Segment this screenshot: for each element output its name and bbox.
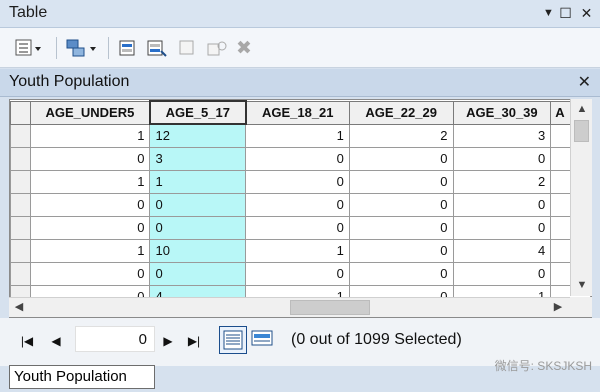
table-cell[interactable]: 0 bbox=[452, 146, 552, 171]
vertical-scroll-thumb[interactable] bbox=[574, 120, 589, 142]
close-icon[interactable]: ✕ bbox=[578, 5, 595, 22]
delete-selected-icon[interactable]: ✖ bbox=[236, 39, 256, 59]
column-header-age-22-29[interactable]: AGE_22_29 bbox=[348, 100, 454, 125]
row-selector[interactable] bbox=[10, 123, 31, 148]
table-cell[interactable]: 0 bbox=[29, 261, 151, 286]
table-cell[interactable]: 0 bbox=[245, 169, 350, 194]
toolbar-separator bbox=[108, 37, 109, 59]
last-record-icon[interactable]: ▶| bbox=[186, 331, 202, 351]
column-header-age-18-21[interactable]: AGE_18_21 bbox=[245, 100, 350, 125]
table-cell[interactable]: 10 bbox=[149, 238, 247, 263]
table-row[interactable]: 11002 bbox=[10, 169, 591, 194]
table-cell[interactable]: 0 bbox=[29, 146, 151, 171]
switch-selection-icon[interactable] bbox=[147, 39, 167, 59]
vertical-scrollbar[interactable]: ▲ ▼ bbox=[570, 99, 592, 296]
row-selector[interactable] bbox=[10, 146, 31, 171]
table-cell[interactable]: 1 bbox=[149, 169, 247, 194]
table-cell[interactable]: 2 bbox=[348, 123, 454, 148]
scroll-down-icon[interactable]: ▼ bbox=[574, 277, 590, 293]
current-record-field[interactable]: 0 bbox=[75, 326, 155, 352]
header-row: AGE_UNDER5 AGE_5_17 AGE_18_21 AGE_22_29 … bbox=[10, 100, 591, 125]
next-record-icon[interactable]: ▶ bbox=[160, 331, 176, 351]
row-selector[interactable] bbox=[10, 169, 31, 194]
show-selected-records-icon[interactable] bbox=[251, 330, 273, 348]
related-tables-icon[interactable] bbox=[66, 39, 96, 59]
table-cell[interactable]: 0 bbox=[348, 146, 454, 171]
attribute-table: AGE_UNDER5 AGE_5_17 AGE_18_21 AGE_22_29 … bbox=[10, 100, 591, 309]
window-titlebar: Table ▼ ☐ ✕ bbox=[0, 0, 600, 28]
row-selector[interactable] bbox=[10, 261, 31, 286]
row-selector[interactable] bbox=[10, 192, 31, 217]
table-cell[interactable]: 0 bbox=[348, 215, 454, 240]
table-cell[interactable]: 0 bbox=[452, 261, 552, 286]
table-row[interactable]: 03000 bbox=[10, 146, 591, 171]
selection-count-label: (0 out of 1099 Selected) bbox=[291, 331, 462, 348]
scrollbar-corner bbox=[570, 297, 592, 317]
table-cell[interactable]: 0 bbox=[245, 261, 350, 286]
horizontal-scroll-thumb[interactable] bbox=[290, 300, 370, 315]
table-row[interactable]: 1 12 1 2 3 bbox=[10, 123, 591, 148]
table-cell[interactable]: 0 bbox=[348, 192, 454, 217]
table-cell[interactable]: 0 bbox=[149, 192, 247, 217]
table-options-icon[interactable] bbox=[15, 39, 41, 59]
table-cell[interactable]: 3 bbox=[452, 123, 552, 148]
first-record-icon[interactable]: |◀ bbox=[19, 331, 35, 351]
table-window: Table ▼ ☐ ✕ ✖ Youth Population ✕ AGE_UND… bbox=[0, 0, 600, 392]
watermark-label: 微信号: SKSJKSH bbox=[494, 359, 592, 373]
show-all-records-icon[interactable] bbox=[219, 326, 247, 354]
attribute-grid: AGE_UNDER5 AGE_5_17 AGE_18_21 AGE_22_29 … bbox=[9, 99, 592, 318]
zoom-to-selected-icon[interactable] bbox=[207, 39, 227, 59]
horizontal-scrollbar[interactable]: ◀ ▶ bbox=[9, 297, 570, 317]
table-cell[interactable]: 0 bbox=[348, 261, 454, 286]
column-header-age-under5[interactable]: AGE_UNDER5 bbox=[29, 100, 151, 125]
table-cell[interactable]: 1 bbox=[29, 123, 151, 148]
row-selector[interactable] bbox=[10, 238, 31, 263]
column-header-age-5-17[interactable]: AGE_5_17 bbox=[148, 100, 247, 125]
table-cell[interactable]: 1 bbox=[29, 238, 151, 263]
table-cell[interactable]: 0 bbox=[348, 238, 454, 263]
table-cell[interactable]: 1 bbox=[245, 123, 350, 148]
table-cell[interactable]: 0 bbox=[452, 192, 552, 217]
scroll-right-icon[interactable]: ▶ bbox=[550, 299, 566, 315]
close-table-icon[interactable]: ✕ bbox=[578, 72, 591, 92]
table-cell[interactable]: 4 bbox=[452, 238, 552, 263]
table-cell[interactable]: 0 bbox=[452, 215, 552, 240]
table-tab-header: Youth Population ✕ bbox=[0, 69, 600, 97]
table-row[interactable]: 00000 bbox=[10, 192, 591, 217]
table-tab-title: Youth Population bbox=[9, 73, 130, 90]
table-cell[interactable]: 0 bbox=[245, 215, 350, 240]
table-cell[interactable]: 2 bbox=[452, 169, 552, 194]
table-cell[interactable]: 0 bbox=[149, 215, 247, 240]
column-header-age-30-39[interactable]: AGE_30_39 bbox=[452, 100, 552, 125]
scroll-left-icon[interactable]: ◀ bbox=[11, 299, 27, 315]
clear-selection-icon[interactable] bbox=[178, 39, 198, 59]
table-cell[interactable]: 0 bbox=[29, 192, 151, 217]
table-cell[interactable]: 0 bbox=[348, 169, 454, 194]
table-cell[interactable]: 12 bbox=[149, 123, 247, 148]
table-tab-youth-population[interactable]: Youth Population bbox=[9, 365, 155, 389]
table-cell[interactable]: 0 bbox=[245, 146, 350, 171]
scroll-up-icon[interactable]: ▲ bbox=[574, 101, 590, 117]
table-row[interactable]: 00000 bbox=[10, 215, 591, 240]
window-title: Table bbox=[9, 4, 48, 21]
previous-record-icon[interactable]: ◀ bbox=[48, 331, 64, 351]
table-cell[interactable]: 0 bbox=[29, 215, 151, 240]
table-cell[interactable]: 1 bbox=[245, 238, 350, 263]
table-toolbar: ✖ bbox=[0, 28, 600, 68]
table-row[interactable]: 00000 bbox=[10, 261, 591, 286]
row-selector-header[interactable] bbox=[10, 100, 31, 125]
maximize-icon[interactable]: ☐ bbox=[557, 5, 574, 22]
select-by-attributes-icon[interactable] bbox=[119, 39, 139, 59]
table-cell[interactable]: 3 bbox=[149, 146, 247, 171]
toolbar-separator bbox=[56, 37, 57, 59]
table-cell[interactable]: 1 bbox=[29, 169, 151, 194]
table-row[interactable]: 1 10 1 0 4 bbox=[10, 238, 591, 263]
table-cell[interactable]: 0 bbox=[149, 261, 247, 286]
row-selector[interactable] bbox=[10, 215, 31, 240]
window-menu-dropdown-icon[interactable]: ▼ bbox=[540, 5, 557, 22]
table-cell[interactable]: 0 bbox=[245, 192, 350, 217]
